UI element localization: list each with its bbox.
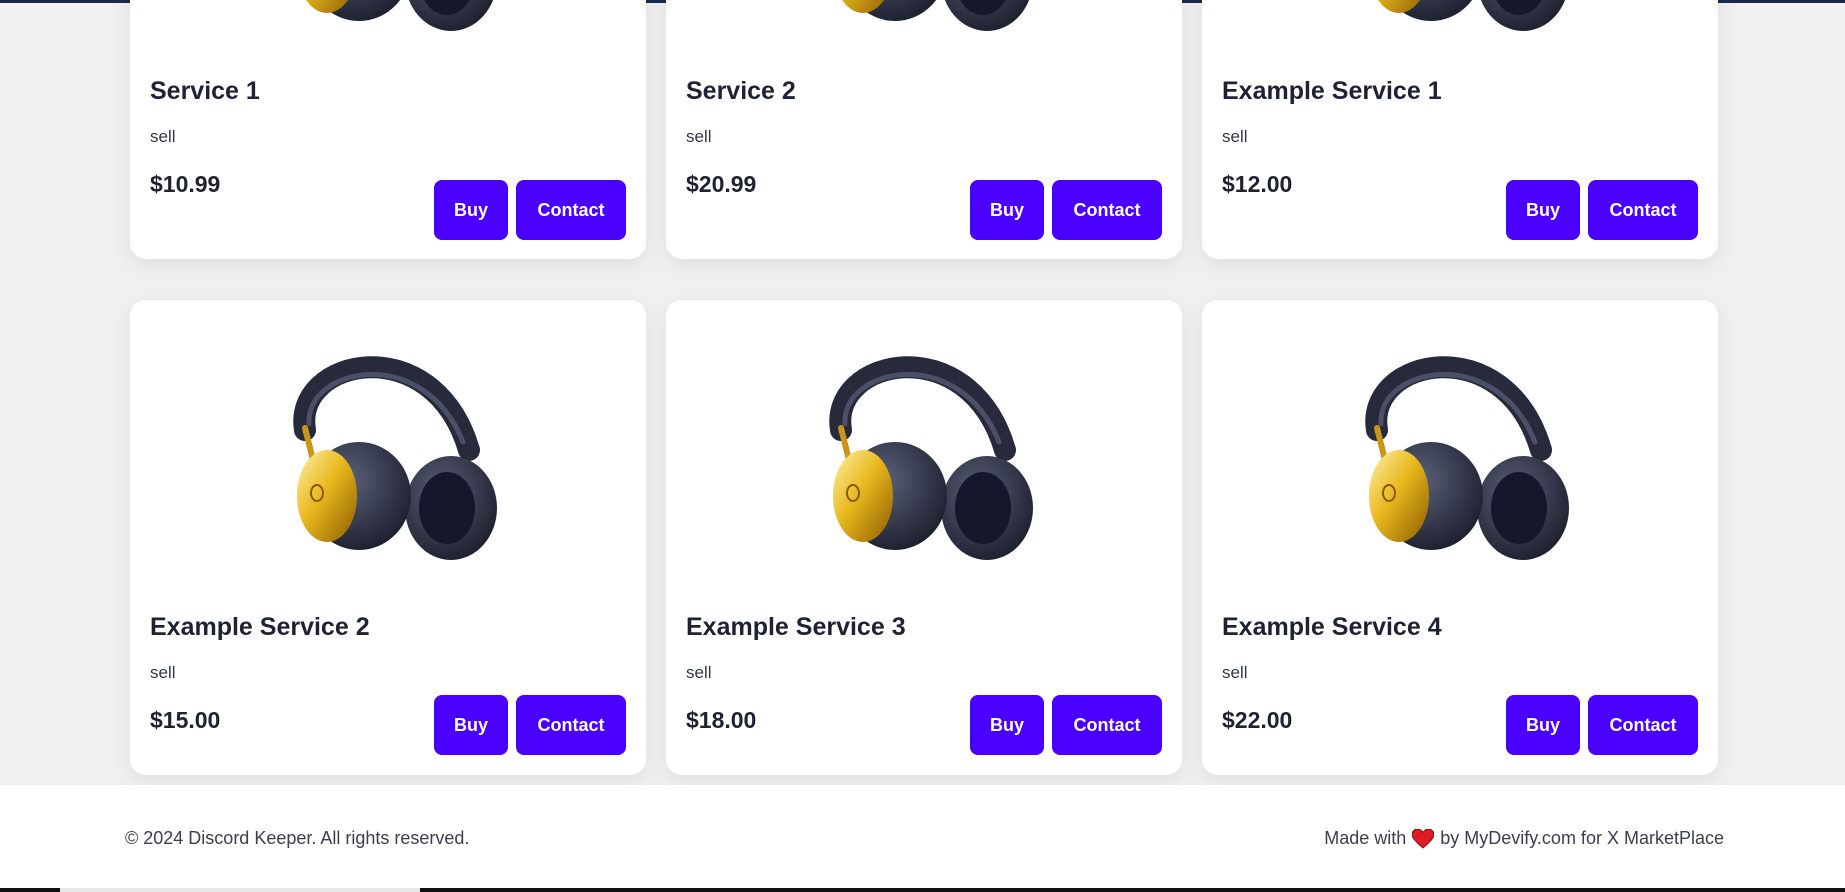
heart-icon	[1412, 828, 1435, 849]
service-description: sell	[1222, 663, 1248, 682]
contact-button[interactable]: Contact	[516, 695, 626, 755]
copyright-text: © 2024 Discord Keeper. All rights reserv…	[125, 828, 470, 848]
footer: © 2024 Discord Keeper. All rights reserv…	[0, 785, 1845, 889]
service-price: $15.00	[150, 707, 221, 733]
buy-button[interactable]: Buy	[970, 695, 1044, 755]
product-image	[1202, 0, 1718, 51]
service-price: $18.00	[686, 707, 757, 733]
service-description: sell	[686, 663, 712, 682]
service-description: sell	[150, 127, 176, 146]
headphones-icon	[283, 338, 499, 562]
product-image	[666, 0, 1182, 51]
service-description: sell	[686, 127, 712, 146]
service-card: Example Service 1 sell $12.00 Buy Contac…	[1202, 0, 1718, 259]
service-description: sell	[150, 663, 176, 682]
made-with-text: Made with	[1324, 828, 1407, 848]
product-image	[130, 300, 646, 580]
service-price: $22.00	[1222, 707, 1293, 733]
service-description: sell	[1222, 127, 1248, 146]
scroll-indicator	[60, 888, 420, 892]
service-title: Service 1	[150, 77, 260, 105]
buy-button[interactable]: Buy	[434, 180, 508, 240]
service-price: $10.99	[150, 171, 221, 197]
buy-button[interactable]: Buy	[970, 180, 1044, 240]
service-price: $12.00	[1222, 171, 1293, 197]
service-title: Example Service 2	[150, 613, 370, 641]
contact-button[interactable]: Contact	[1588, 180, 1698, 240]
service-price: $20.99	[686, 171, 757, 197]
buy-button[interactable]: Buy	[1506, 695, 1580, 755]
headphones-icon	[283, 0, 499, 33]
service-card: Example Service 4 sell $22.00 Buy Contac…	[1202, 300, 1718, 775]
contact-button[interactable]: Contact	[516, 180, 626, 240]
headphones-icon	[819, 338, 1035, 562]
contact-button[interactable]: Contact	[1052, 695, 1162, 755]
headphones-icon	[1355, 0, 1571, 33]
headphones-icon	[819, 0, 1035, 33]
product-image	[1202, 300, 1718, 580]
service-card: Service 2 sell $20.99 Buy Contact	[666, 0, 1182, 259]
service-title: Example Service 4	[1222, 613, 1442, 641]
service-card: Example Service 2 sell $15.00 Buy Contac…	[130, 300, 646, 775]
by-text[interactable]: by MyDevify.com for X MarketPlace	[1440, 828, 1724, 849]
contact-button[interactable]: Contact	[1588, 695, 1698, 755]
service-card: Service 1 sell $10.99 Buy Contact	[130, 0, 646, 259]
service-title: Service 2	[686, 77, 796, 105]
product-image	[666, 300, 1182, 580]
buy-button[interactable]: Buy	[1506, 180, 1580, 240]
service-card: Example Service 3 sell $18.00 Buy Contac…	[666, 300, 1182, 775]
footer-credit: Made with by MyDevify.com for X MarketPl…	[1324, 828, 1724, 849]
headphones-icon	[1355, 338, 1571, 562]
contact-button[interactable]: Contact	[1052, 180, 1162, 240]
product-image	[130, 0, 646, 51]
buy-button[interactable]: Buy	[434, 695, 508, 755]
service-title: Example Service 3	[686, 613, 906, 641]
service-title: Example Service 1	[1222, 77, 1442, 105]
